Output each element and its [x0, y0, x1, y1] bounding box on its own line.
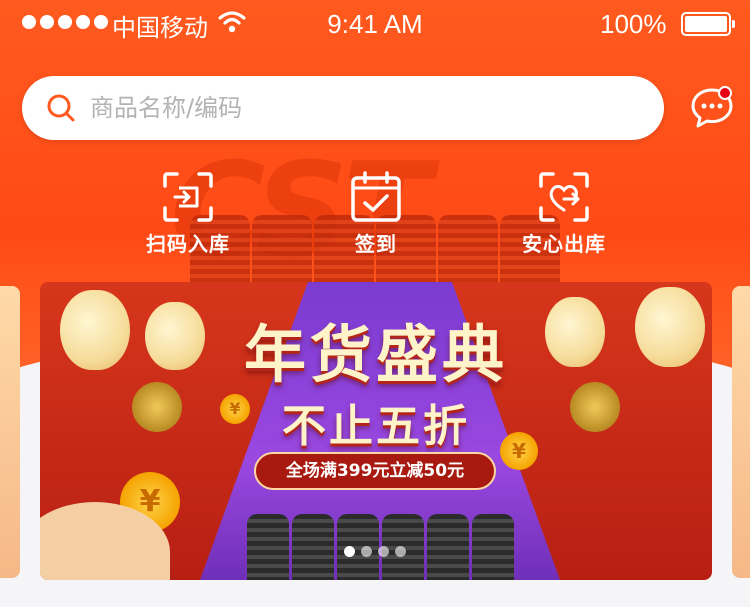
calendar-check-icon	[351, 171, 401, 222]
home-screen: CST 中国移动 9:41 AM 100% 商品名称/编码 扫码入库 签到 安心…	[0, 0, 750, 607]
promo-pill: 全场满399元立减50元	[254, 452, 496, 490]
action-check-in[interactable]: 签到	[301, 170, 451, 257]
battery-icon	[681, 12, 735, 36]
search-bar[interactable]	[22, 76, 664, 140]
scan-in-icon	[163, 172, 213, 222]
carousel-dot[interactable]	[344, 546, 355, 557]
banner-title: 年货盛典	[243, 318, 508, 391]
search-input[interactable]	[90, 94, 590, 122]
heart-out-icon	[539, 172, 589, 222]
promo-banner[interactable]: ¥ ¥ ¥ 年货盛典 不止五折 全场满399元立减50元	[40, 282, 712, 580]
action-label: 扫码入库	[146, 232, 230, 256]
banner-subtitle: 不止五折	[282, 401, 470, 452]
action-label: 安心出库	[522, 232, 606, 256]
status-bar: 中国移动 9:41 AM 100%	[0, 0, 750, 48]
action-safe-out[interactable]: 安心出库	[489, 170, 639, 257]
next-banner-card[interactable]	[732, 286, 750, 578]
action-label: 签到	[355, 232, 397, 256]
carousel-dot[interactable]	[378, 546, 389, 557]
carousel-dot[interactable]	[361, 546, 372, 557]
carousel-dot[interactable]	[395, 546, 406, 557]
carousel-indicator[interactable]	[344, 546, 406, 557]
prev-banner-card[interactable]	[0, 286, 20, 578]
search-icon	[47, 94, 75, 122]
action-scan-in[interactable]: 扫码入库	[113, 170, 263, 257]
quick-actions: 扫码入库 签到 安心出库	[0, 170, 750, 260]
notification-dot	[718, 86, 732, 100]
battery-percentage: 100%	[600, 9, 667, 39]
